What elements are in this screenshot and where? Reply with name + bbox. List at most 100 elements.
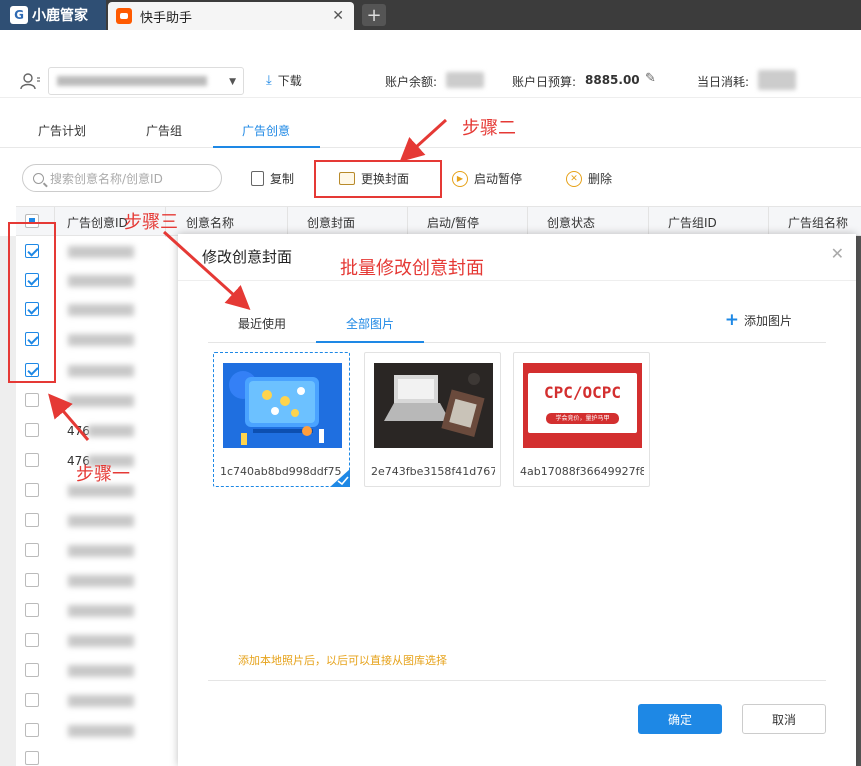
row-checkbox[interactable] <box>25 453 39 467</box>
annotation-step3: 步骤三 <box>124 212 178 233</box>
account-select[interactable]: ▼ <box>48 67 244 95</box>
download-label: 下载 <box>277 74 302 88</box>
brand-tab[interactable]: G 小鹿管家 <box>0 0 106 30</box>
col-group-name[interactable]: 广告组名称 <box>788 214 848 231</box>
image-card-1[interactable]: 1c740ab8bd998ddf75 <box>213 352 350 487</box>
row-id-redacted <box>68 275 134 287</box>
tab-ad-creative[interactable]: 广告创意 <box>242 122 290 139</box>
row-id-redacted <box>68 515 134 527</box>
tab-all-images[interactable]: 全部图片 <box>346 315 394 332</box>
row-id-redacted <box>68 365 134 377</box>
delete-label: 删除 <box>588 172 613 186</box>
row-checkbox[interactable] <box>25 393 39 407</box>
cancel-button[interactable]: 取消 <box>742 704 826 734</box>
footer-divider <box>208 680 826 681</box>
selected-check-icon <box>330 469 350 487</box>
row-checkbox[interactable] <box>25 483 39 497</box>
user-icon <box>20 73 40 90</box>
add-image-label: 添加图片 <box>743 313 792 328</box>
new-tab-button[interactable]: + <box>362 4 386 26</box>
cpc-title: CPC/OCPC <box>543 383 622 402</box>
image-card-3[interactable]: CPC/OCPC 学会竞价，量护马甲 4ab17088f36649927f8 <box>513 352 650 487</box>
tab-ad-group[interactable]: 广告组 <box>146 122 182 139</box>
row-id-redacted <box>68 605 134 617</box>
col-creative-name[interactable]: 创意名称 <box>186 214 234 231</box>
dialog-header-divider <box>178 280 856 281</box>
search-input[interactable]: 搜索创意名称/创意ID <box>22 164 222 192</box>
delete-icon: ✕ <box>566 170 582 187</box>
row-checkbox[interactable] <box>25 723 39 737</box>
col-creative-id[interactable]: 广告创意ID <box>67 214 128 231</box>
column-separator <box>648 207 649 237</box>
row-checkbox[interactable] <box>25 573 39 587</box>
row-checkbox[interactable] <box>25 543 39 557</box>
row-id-redacted <box>68 695 134 707</box>
plus-icon: + <box>724 310 739 330</box>
row-checkbox[interactable] <box>25 603 39 617</box>
row-id-redacted <box>88 425 134 437</box>
account-name-redacted <box>57 76 207 86</box>
active-tab-indicator <box>213 146 320 148</box>
tab-recent[interactable]: 最近使用 <box>238 315 286 332</box>
row-id-redacted <box>68 665 134 677</box>
add-image-button[interactable]: + 添加图片 <box>725 310 792 330</box>
balance-value-redacted <box>446 72 484 88</box>
edit-cover-dialog: 修改创意封面 ✕ 最近使用 全部图片 + 添加图片 1c740ab8bd998d… <box>178 234 856 766</box>
tabs-divider <box>208 342 826 343</box>
row-id-redacted <box>68 246 134 258</box>
close-tab-icon[interactable]: ✕ <box>332 8 344 24</box>
main-tabs: 广告计划 广告组 广告创意 <box>0 110 861 148</box>
play-pause-icon: ▶ <box>452 170 468 187</box>
annotation-batch-title: 批量修改创意封面 <box>340 258 484 279</box>
annotation-box-checkboxes <box>8 222 56 383</box>
copy-button[interactable]: 复制 <box>251 170 294 187</box>
image-file-name: 2e743fbe3158f41d767 <box>371 465 495 478</box>
row-checkbox[interactable] <box>25 513 39 527</box>
confirm-button[interactable]: 确定 <box>638 704 722 734</box>
row-id-redacted <box>68 635 134 647</box>
today-spend-value-redacted <box>758 70 796 90</box>
col-group-id[interactable]: 广告组ID <box>668 214 717 231</box>
download-button[interactable]: ⤓ 下载 <box>266 72 302 89</box>
image-thumbnail-illustration <box>223 363 342 448</box>
search-placeholder: 搜索创意名称/创意ID <box>50 171 163 186</box>
browser-tab-bar: G 小鹿管家 快手助手 ✕ + <box>0 0 861 30</box>
toggle-label: 启动暂停 <box>474 172 523 186</box>
row-id-redacted <box>68 395 134 407</box>
image-file-name: 1c740ab8bd998ddf75 <box>220 465 342 478</box>
edit-icon[interactable]: ✎ <box>645 71 656 86</box>
col-creative-cover[interactable]: 创意封面 <box>307 214 355 231</box>
row-id-redacted <box>68 334 134 346</box>
image-card-2[interactable]: 2e743fbe3158f41d767 <box>364 352 501 487</box>
app-tab-kuaishou[interactable]: 快手助手 ✕ <box>108 2 354 30</box>
row-checkbox[interactable] <box>25 663 39 677</box>
active-tab-indicator <box>316 341 424 343</box>
toggle-button[interactable]: ▶ 启动暂停 <box>452 170 522 187</box>
column-separator <box>287 207 288 237</box>
kuaishou-icon <box>116 8 132 24</box>
row-id-redacted <box>68 304 134 316</box>
download-icon: ⤓ <box>266 73 272 88</box>
annotation-step1: 步骤一 <box>76 464 130 485</box>
column-separator <box>407 207 408 237</box>
copy-icon <box>251 171 264 186</box>
row-checkbox[interactable] <box>25 423 39 437</box>
chevron-down-icon: ▼ <box>229 77 236 87</box>
delete-button[interactable]: ✕ 删除 <box>566 170 612 187</box>
col-creative-status[interactable]: 创意状态 <box>547 214 595 231</box>
brand-name: 小鹿管家 <box>32 8 88 24</box>
daily-budget-label: 账户日预算: <box>512 75 577 89</box>
copy-label: 复制 <box>270 172 295 186</box>
row-checkbox[interactable] <box>25 751 39 765</box>
app-tab-label: 快手助手 <box>140 10 193 26</box>
tab-ad-plan[interactable]: 广告计划 <box>38 122 86 139</box>
close-icon[interactable]: ✕ <box>831 244 844 263</box>
row-id-redacted <box>68 575 134 587</box>
row-checkbox[interactable] <box>25 693 39 707</box>
annotation-box-replace-cover <box>314 160 442 198</box>
col-toggle[interactable]: 启动/暂停 <box>427 214 479 231</box>
dialog-title: 修改创意封面 <box>202 248 293 266</box>
row-checkbox[interactable] <box>25 633 39 647</box>
today-spend-label: 当日消耗: <box>697 75 750 89</box>
row-id-redacted <box>68 545 134 557</box>
